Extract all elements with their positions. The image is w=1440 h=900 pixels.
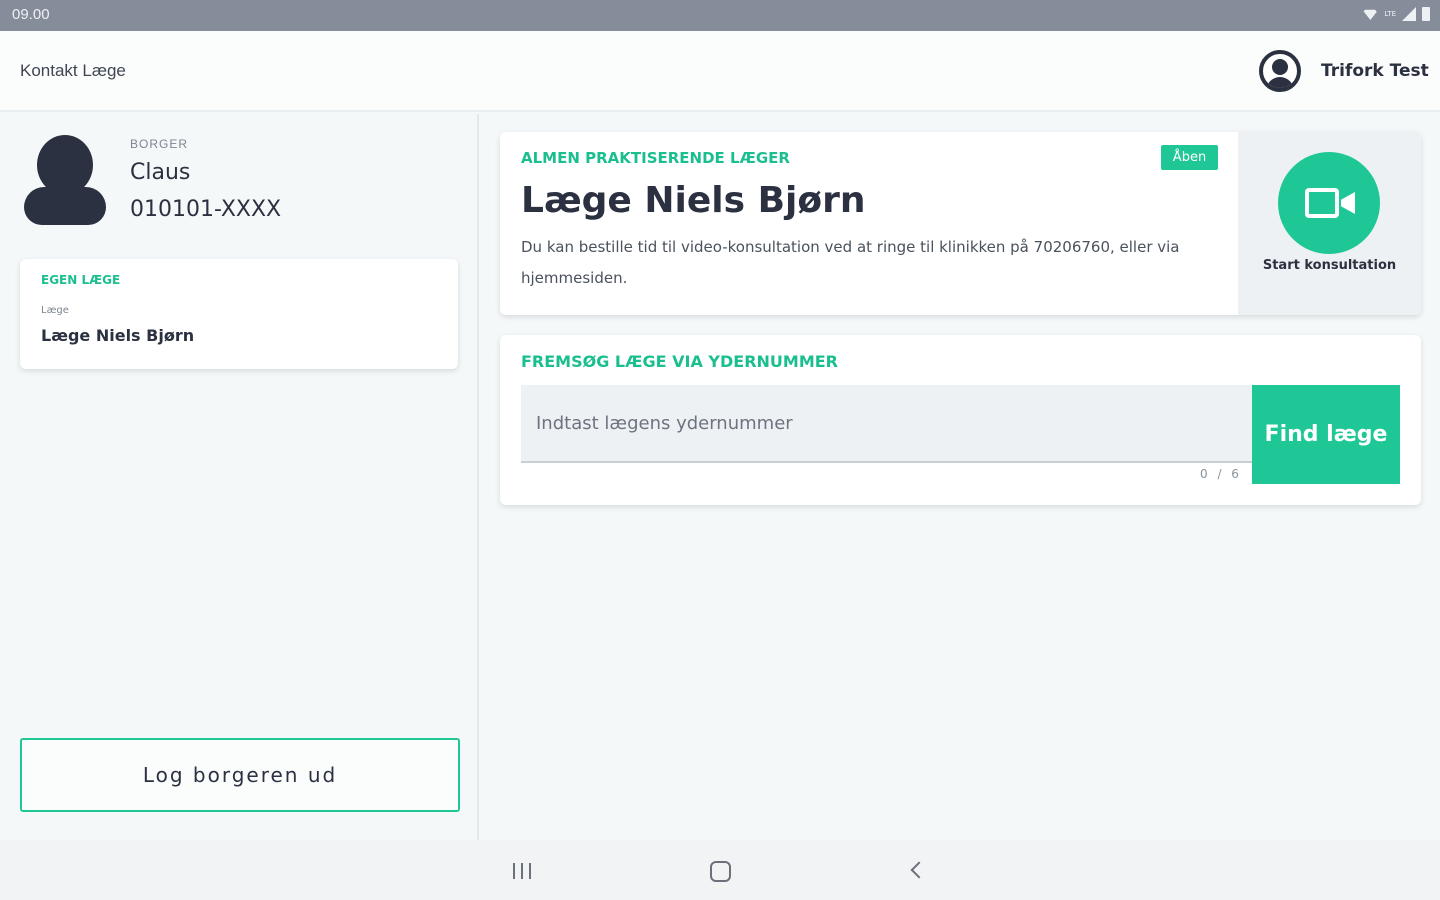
own-doctor-card: EGEN LÆGE Læge Læge Niels Bjørn bbox=[20, 259, 458, 369]
own-doctor-sublabel: Læge bbox=[41, 305, 69, 316]
status-icons: LTE bbox=[1362, 7, 1430, 21]
network-type-label: LTE bbox=[1384, 10, 1396, 18]
person-icon bbox=[24, 135, 106, 225]
gp-card: ALMEN PRAKTISERENDE LÆGER Åben Læge Niel… bbox=[500, 132, 1421, 315]
system-nav-bar bbox=[0, 840, 1440, 900]
avatar-head bbox=[1272, 59, 1288, 75]
recents-icon[interactable] bbox=[513, 863, 531, 879]
citizen-name: Claus bbox=[130, 160, 191, 185]
doctor-search-card: FREMSØG LÆGE VIA YDERNUMMER 0 / 6 Find l… bbox=[500, 335, 1421, 505]
user-name[interactable]: Trifork Test bbox=[1321, 61, 1429, 81]
signal-icon bbox=[1402, 7, 1416, 21]
person-body bbox=[24, 187, 106, 225]
logout-citizen-button[interactable]: Log borgeren ud bbox=[20, 738, 460, 812]
video-camera-icon bbox=[1305, 188, 1339, 218]
own-doctor-heading: EGEN LÆGE bbox=[41, 273, 121, 287]
own-doctor-name: Læge Niels Bjørn bbox=[41, 326, 195, 345]
home-icon[interactable] bbox=[710, 861, 731, 882]
status-time: 09.00 bbox=[12, 6, 50, 23]
start-consultation-label[interactable]: Start konsultation bbox=[1238, 258, 1421, 273]
start-consultation-button[interactable] bbox=[1278, 152, 1380, 254]
app-title: Kontakt Læge bbox=[20, 61, 126, 80]
back-icon[interactable] bbox=[910, 861, 928, 879]
app-bar: Kontakt Læge Trifork Test bbox=[0, 31, 1440, 112]
citizen-cpr: 010101-XXXX bbox=[130, 197, 282, 222]
gp-description: Du kan bestille tid til video-konsultati… bbox=[521, 238, 1180, 287]
char-counter: 0 / 6 bbox=[1200, 467, 1242, 481]
status-badge: Åben bbox=[1161, 145, 1218, 170]
avatar-body bbox=[1266, 77, 1294, 88]
battery-icon bbox=[1422, 7, 1430, 21]
gp-category: ALMEN PRAKTISERENDE LÆGER bbox=[521, 149, 790, 167]
citizen-panel: BORGER Claus 010101-XXXX EGEN LÆGE Læge … bbox=[0, 114, 479, 840]
person-head bbox=[37, 135, 93, 195]
citizen-label: BORGER bbox=[130, 137, 189, 151]
start-consultation-panel: Start konsultation bbox=[1238, 132, 1421, 315]
find-doctor-button[interactable]: Find læge bbox=[1252, 385, 1400, 484]
video-camera-lens bbox=[1341, 192, 1355, 214]
provider-number-input[interactable] bbox=[521, 385, 1252, 463]
search-heading: FREMSØG LÆGE VIA YDERNUMMER bbox=[521, 352, 838, 371]
user-avatar-icon[interactable] bbox=[1259, 50, 1301, 92]
gp-doctor-name: Læge Niels Bjørn bbox=[521, 180, 866, 221]
wifi-icon bbox=[1362, 9, 1379, 20]
status-bar: 09.00 LTE bbox=[0, 0, 1440, 31]
